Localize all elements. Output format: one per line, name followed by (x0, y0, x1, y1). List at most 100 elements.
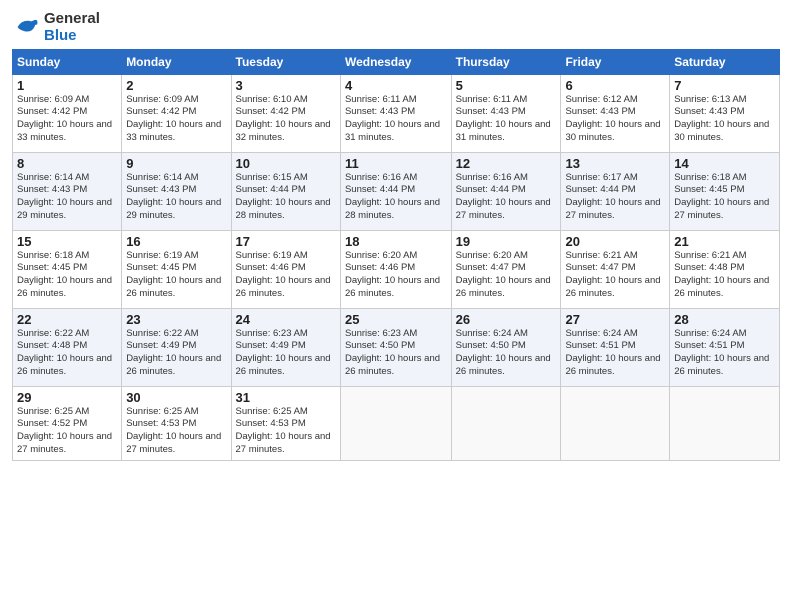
calendar-cell: 2 Sunrise: 6:09 AM Sunset: 4:42 PM Dayli… (122, 74, 231, 152)
day-number: 5 (456, 78, 557, 93)
day-info: Sunrise: 6:09 AM Sunset: 4:42 PM Dayligh… (126, 94, 226, 145)
calendar-cell: 17 Sunrise: 6:19 AM Sunset: 4:46 PM Dayl… (231, 230, 340, 308)
calendar-cell: 12 Sunrise: 6:16 AM Sunset: 4:44 PM Dayl… (451, 152, 561, 230)
calendar-cell: 15 Sunrise: 6:18 AM Sunset: 4:45 PM Dayl… (13, 230, 122, 308)
day-number: 2 (126, 78, 226, 93)
day-info: Sunrise: 6:25 AM Sunset: 4:52 PM Dayligh… (17, 406, 117, 457)
col-header-wednesday: Wednesday (340, 49, 451, 74)
day-number: 7 (674, 78, 775, 93)
col-header-tuesday: Tuesday (231, 49, 340, 74)
day-number: 22 (17, 312, 117, 327)
col-header-friday: Friday (561, 49, 670, 74)
day-number: 30 (126, 390, 226, 405)
calendar-cell: 22 Sunrise: 6:22 AM Sunset: 4:48 PM Dayl… (13, 308, 122, 386)
calendar-cell: 6 Sunrise: 6:12 AM Sunset: 4:43 PM Dayli… (561, 74, 670, 152)
calendar-cell: 16 Sunrise: 6:19 AM Sunset: 4:45 PM Dayl… (122, 230, 231, 308)
day-number: 6 (565, 78, 665, 93)
calendar-cell: 20 Sunrise: 6:21 AM Sunset: 4:47 PM Dayl… (561, 230, 670, 308)
day-info: Sunrise: 6:24 AM Sunset: 4:51 PM Dayligh… (565, 328, 665, 379)
calendar-cell (451, 386, 561, 460)
day-info: Sunrise: 6:10 AM Sunset: 4:42 PM Dayligh… (236, 94, 336, 145)
day-number: 26 (456, 312, 557, 327)
week-row-5: 29 Sunrise: 6:25 AM Sunset: 4:52 PM Dayl… (13, 386, 780, 460)
calendar-cell: 30 Sunrise: 6:25 AM Sunset: 4:53 PM Dayl… (122, 386, 231, 460)
day-info: Sunrise: 6:24 AM Sunset: 4:51 PM Dayligh… (674, 328, 775, 379)
day-number: 1 (17, 78, 117, 93)
page-container: General Blue SundayMondayTuesdayWednesda… (0, 0, 792, 471)
header-row: SundayMondayTuesdayWednesdayThursdayFrid… (13, 49, 780, 74)
calendar-cell: 3 Sunrise: 6:10 AM Sunset: 4:42 PM Dayli… (231, 74, 340, 152)
day-number: 14 (674, 156, 775, 171)
day-info: Sunrise: 6:14 AM Sunset: 4:43 PM Dayligh… (126, 172, 226, 223)
day-info: Sunrise: 6:12 AM Sunset: 4:43 PM Dayligh… (565, 94, 665, 145)
day-number: 4 (345, 78, 447, 93)
day-number: 25 (345, 312, 447, 327)
calendar-cell: 11 Sunrise: 6:16 AM Sunset: 4:44 PM Dayl… (340, 152, 451, 230)
day-info: Sunrise: 6:19 AM Sunset: 4:46 PM Dayligh… (236, 250, 336, 301)
day-number: 17 (236, 234, 336, 249)
day-info: Sunrise: 6:11 AM Sunset: 4:43 PM Dayligh… (345, 94, 447, 145)
calendar-cell: 27 Sunrise: 6:24 AM Sunset: 4:51 PM Dayl… (561, 308, 670, 386)
logo: General Blue (12, 10, 100, 45)
calendar-cell: 28 Sunrise: 6:24 AM Sunset: 4:51 PM Dayl… (670, 308, 780, 386)
day-number: 9 (126, 156, 226, 171)
logo-icon (12, 13, 40, 41)
calendar-cell: 23 Sunrise: 6:22 AM Sunset: 4:49 PM Dayl… (122, 308, 231, 386)
calendar-cell: 18 Sunrise: 6:20 AM Sunset: 4:46 PM Dayl… (340, 230, 451, 308)
day-info: Sunrise: 6:22 AM Sunset: 4:48 PM Dayligh… (17, 328, 117, 379)
calendar-cell: 10 Sunrise: 6:15 AM Sunset: 4:44 PM Dayl… (231, 152, 340, 230)
day-number: 28 (674, 312, 775, 327)
day-info: Sunrise: 6:25 AM Sunset: 4:53 PM Dayligh… (236, 406, 336, 457)
day-number: 19 (456, 234, 557, 249)
day-number: 13 (565, 156, 665, 171)
calendar-cell (561, 386, 670, 460)
day-info: Sunrise: 6:20 AM Sunset: 4:47 PM Dayligh… (456, 250, 557, 301)
day-number: 27 (565, 312, 665, 327)
day-info: Sunrise: 6:19 AM Sunset: 4:45 PM Dayligh… (126, 250, 226, 301)
header: General Blue (12, 10, 780, 45)
day-info: Sunrise: 6:15 AM Sunset: 4:44 PM Dayligh… (236, 172, 336, 223)
day-number: 15 (17, 234, 117, 249)
calendar-cell (670, 386, 780, 460)
day-info: Sunrise: 6:23 AM Sunset: 4:50 PM Dayligh… (345, 328, 447, 379)
day-number: 29 (17, 390, 117, 405)
day-info: Sunrise: 6:11 AM Sunset: 4:43 PM Dayligh… (456, 94, 557, 145)
calendar-cell: 21 Sunrise: 6:21 AM Sunset: 4:48 PM Dayl… (670, 230, 780, 308)
day-number: 16 (126, 234, 226, 249)
calendar-cell: 7 Sunrise: 6:13 AM Sunset: 4:43 PM Dayli… (670, 74, 780, 152)
col-header-thursday: Thursday (451, 49, 561, 74)
day-info: Sunrise: 6:21 AM Sunset: 4:47 PM Dayligh… (565, 250, 665, 301)
day-number: 10 (236, 156, 336, 171)
calendar-cell: 24 Sunrise: 6:23 AM Sunset: 4:49 PM Dayl… (231, 308, 340, 386)
day-number: 3 (236, 78, 336, 93)
col-header-monday: Monday (122, 49, 231, 74)
day-info: Sunrise: 6:20 AM Sunset: 4:46 PM Dayligh… (345, 250, 447, 301)
day-number: 31 (236, 390, 336, 405)
day-info: Sunrise: 6:13 AM Sunset: 4:43 PM Dayligh… (674, 94, 775, 145)
logo-text: General Blue (44, 10, 100, 45)
day-info: Sunrise: 6:16 AM Sunset: 4:44 PM Dayligh… (345, 172, 447, 223)
day-info: Sunrise: 6:09 AM Sunset: 4:42 PM Dayligh… (17, 94, 117, 145)
calendar-cell: 26 Sunrise: 6:24 AM Sunset: 4:50 PM Dayl… (451, 308, 561, 386)
calendar-cell: 19 Sunrise: 6:20 AM Sunset: 4:47 PM Dayl… (451, 230, 561, 308)
week-row-3: 15 Sunrise: 6:18 AM Sunset: 4:45 PM Dayl… (13, 230, 780, 308)
calendar-cell: 8 Sunrise: 6:14 AM Sunset: 4:43 PM Dayli… (13, 152, 122, 230)
day-info: Sunrise: 6:21 AM Sunset: 4:48 PM Dayligh… (674, 250, 775, 301)
day-info: Sunrise: 6:22 AM Sunset: 4:49 PM Dayligh… (126, 328, 226, 379)
week-row-2: 8 Sunrise: 6:14 AM Sunset: 4:43 PM Dayli… (13, 152, 780, 230)
day-number: 24 (236, 312, 336, 327)
calendar-cell: 9 Sunrise: 6:14 AM Sunset: 4:43 PM Dayli… (122, 152, 231, 230)
day-number: 21 (674, 234, 775, 249)
calendar-cell: 31 Sunrise: 6:25 AM Sunset: 4:53 PM Dayl… (231, 386, 340, 460)
day-info: Sunrise: 6:17 AM Sunset: 4:44 PM Dayligh… (565, 172, 665, 223)
calendar-table: SundayMondayTuesdayWednesdayThursdayFrid… (12, 49, 780, 461)
calendar-cell (340, 386, 451, 460)
day-number: 20 (565, 234, 665, 249)
calendar-cell: 5 Sunrise: 6:11 AM Sunset: 4:43 PM Dayli… (451, 74, 561, 152)
calendar-cell: 25 Sunrise: 6:23 AM Sunset: 4:50 PM Dayl… (340, 308, 451, 386)
calendar-cell: 1 Sunrise: 6:09 AM Sunset: 4:42 PM Dayli… (13, 74, 122, 152)
day-info: Sunrise: 6:14 AM Sunset: 4:43 PM Dayligh… (17, 172, 117, 223)
day-number: 18 (345, 234, 447, 249)
calendar-cell: 13 Sunrise: 6:17 AM Sunset: 4:44 PM Dayl… (561, 152, 670, 230)
calendar-cell: 29 Sunrise: 6:25 AM Sunset: 4:52 PM Dayl… (13, 386, 122, 460)
